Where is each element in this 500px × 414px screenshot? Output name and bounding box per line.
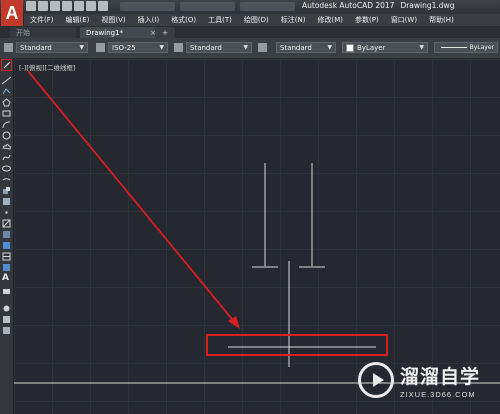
open-icon[interactable] bbox=[38, 1, 48, 11]
application-menu-button[interactable]: A bbox=[1, 0, 23, 26]
styles-toolbar: Standard ▼ ISO-25 ▼ Standard ▼ Standard ▼ By… bbox=[0, 38, 500, 59]
blurred-workspace-tab[interactable] bbox=[120, 2, 175, 11]
redo-icon[interactable] bbox=[98, 1, 108, 11]
point-icon[interactable] bbox=[2, 208, 11, 217]
menu-dimension[interactable]: 标注(N) bbox=[275, 15, 312, 25]
menu-format[interactable]: 格式(O) bbox=[165, 15, 202, 25]
rectangle-icon[interactable] bbox=[2, 109, 11, 118]
menu-modify[interactable]: 修改(M) bbox=[311, 15, 349, 25]
document-name: Drawing1.dwg bbox=[400, 1, 455, 10]
blurred-workspace-tab[interactable] bbox=[240, 2, 295, 11]
menu-draw[interactable]: 绘图(D) bbox=[238, 15, 275, 25]
draw-toolbar: A bbox=[0, 58, 14, 414]
hatch-icon[interactable] bbox=[2, 219, 11, 228]
app-title: Autodesk AutoCAD 2017 bbox=[302, 1, 395, 10]
spline-icon[interactable] bbox=[2, 153, 11, 162]
title-bar: Autodesk AutoCAD 2017 Drawing1.dwg bbox=[0, 0, 500, 14]
menu-file[interactable]: 文件(F) bbox=[24, 15, 60, 25]
line-tool-button[interactable] bbox=[1, 59, 12, 71]
menu-tools[interactable]: 工具(T) bbox=[202, 15, 238, 25]
annotation-arrow-line bbox=[27, 70, 237, 325]
menu-bar: 文件(F) 编辑(E) 视图(V) 插入(I) 格式(O) 工具(T) 绘图(D… bbox=[24, 14, 500, 26]
extra-tool-icon[interactable] bbox=[2, 304, 11, 313]
gradient-icon[interactable] bbox=[2, 230, 11, 239]
color-swatch bbox=[346, 43, 354, 52]
menu-view[interactable]: 视图(V) bbox=[95, 15, 131, 25]
chevron-down-icon: ▼ bbox=[419, 44, 424, 51]
quick-access-toolbar bbox=[26, 1, 108, 11]
tab-drawing1[interactable]: Drawing1* × bbox=[80, 27, 160, 38]
chevron-down-icon: ▼ bbox=[243, 44, 248, 51]
menu-edit[interactable]: 编辑(E) bbox=[60, 15, 96, 25]
tab-drawing1-label: Drawing1* bbox=[86, 28, 124, 37]
text-style-select[interactable]: Standard ▼ bbox=[16, 42, 88, 53]
new-tab-button[interactable]: + bbox=[155, 27, 175, 38]
file-tabs: 开始 Drawing1* × + bbox=[0, 26, 500, 38]
save-icon[interactable] bbox=[50, 1, 60, 11]
drawing-canvas[interactable]: [-][俯视][二维线框] 溜溜自学 ZIXUE.3D66.COM bbox=[14, 59, 500, 414]
annotation-arrow-head bbox=[228, 316, 240, 329]
watermark-title: 溜溜自学 bbox=[400, 365, 481, 388]
table-style-icon bbox=[174, 43, 183, 52]
extra-tool-icon[interactable] bbox=[2, 315, 11, 324]
watermark: 溜溜自学 ZIXUE.3D66.COM bbox=[358, 357, 500, 403]
line-icon bbox=[3, 61, 10, 69]
menu-insert[interactable]: 插入(I) bbox=[132, 15, 166, 25]
table-style-select[interactable]: Standard ▼ bbox=[186, 42, 252, 53]
multileader-style-icon bbox=[258, 43, 267, 52]
circle-icon[interactable] bbox=[2, 131, 11, 140]
text-style-icon bbox=[4, 43, 13, 52]
annotation-highlight-box bbox=[206, 334, 388, 356]
multiline-text-icon[interactable]: A bbox=[2, 274, 11, 283]
new-icon[interactable] bbox=[26, 1, 36, 11]
make-block-icon[interactable] bbox=[2, 197, 11, 206]
extra-tool-icon[interactable] bbox=[2, 326, 11, 335]
multileader-style-select[interactable]: Standard ▼ bbox=[276, 42, 336, 53]
attribute-icon[interactable] bbox=[2, 287, 11, 296]
table-icon[interactable] bbox=[2, 252, 11, 261]
polyline-icon[interactable] bbox=[2, 87, 11, 96]
ellipse-icon[interactable] bbox=[2, 164, 11, 173]
ellipse-arc-icon[interactable] bbox=[2, 175, 11, 184]
color-select[interactable]: ByLayer ▼ bbox=[342, 42, 428, 53]
menu-parameter[interactable]: 参数(P) bbox=[349, 15, 385, 25]
image-icon[interactable] bbox=[2, 263, 11, 272]
tab-start[interactable]: 开始 bbox=[10, 27, 76, 38]
tab-start-label: 开始 bbox=[16, 28, 30, 37]
linetype-preview bbox=[441, 47, 467, 48]
blurred-workspace-tab[interactable] bbox=[180, 2, 235, 11]
construction-line-icon[interactable] bbox=[1, 76, 12, 85]
polygon-icon[interactable] bbox=[2, 98, 11, 107]
save-as-icon[interactable] bbox=[62, 1, 72, 11]
revision-cloud-icon[interactable] bbox=[2, 142, 11, 151]
play-logo-icon bbox=[358, 362, 394, 398]
watermark-url: ZIXUE.3D66.COM bbox=[400, 389, 476, 399]
window-title: Autodesk AutoCAD 2017 Drawing1.dwg bbox=[302, 1, 460, 10]
arc-icon[interactable] bbox=[2, 120, 11, 129]
chevron-down-icon: ▼ bbox=[327, 44, 332, 51]
insert-block-icon[interactable] bbox=[2, 186, 11, 195]
chevron-down-icon: ▼ bbox=[79, 44, 84, 51]
print-icon[interactable] bbox=[74, 1, 84, 11]
region-icon[interactable] bbox=[2, 241, 11, 250]
undo-icon[interactable] bbox=[86, 1, 96, 11]
dim-style-icon bbox=[96, 43, 105, 52]
linetype-select[interactable]: ByLayer bbox=[434, 42, 498, 53]
dim-style-select[interactable]: ISO-25 ▼ bbox=[108, 42, 168, 53]
menu-help[interactable]: 帮助(H) bbox=[423, 15, 460, 25]
menu-window[interactable]: 窗口(W) bbox=[385, 15, 423, 25]
chevron-down-icon: ▼ bbox=[159, 44, 164, 51]
